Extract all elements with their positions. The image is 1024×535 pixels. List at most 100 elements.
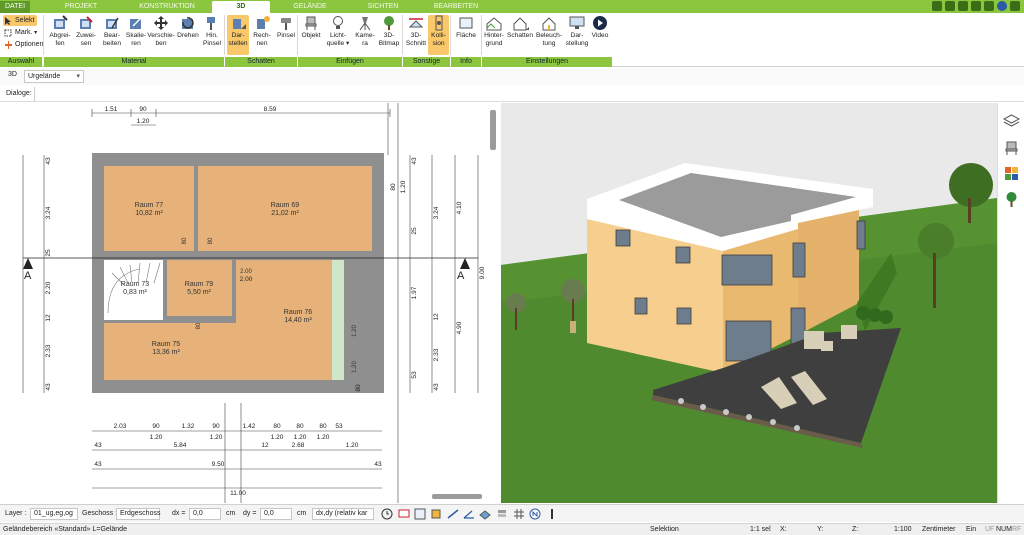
objekt-button[interactable]: Objekt	[300, 15, 322, 40]
kollision-button[interactable]: Kolli- sion	[428, 15, 449, 55]
chevron-down-icon: ▾	[76, 73, 80, 80]
bitmap-3d-label: 3D- Bitmap	[378, 32, 400, 47]
clock-icon[interactable]	[381, 508, 393, 520]
dim-label: 1.20	[210, 434, 223, 441]
redo-icon[interactable]	[971, 1, 981, 11]
angle-snap-icon[interactable]	[463, 508, 475, 520]
plants-icon[interactable]	[1003, 191, 1020, 208]
bearbeiten-button[interactable]: Bear- beiten	[100, 15, 124, 48]
dim-label: 1.20	[150, 434, 163, 441]
quick-access-icon[interactable]	[932, 1, 942, 11]
grid-snap-icon[interactable]	[414, 508, 426, 520]
help-icon[interactable]	[997, 1, 1007, 11]
dim-label: 1.20	[271, 434, 284, 441]
tab-konstruktion[interactable]: KONSTRUKTION	[124, 1, 210, 13]
hintergrund-button[interactable]: Hinter- grund	[482, 15, 506, 48]
print-icon[interactable]	[984, 1, 994, 11]
kamera-button[interactable]: Kame- ra	[354, 15, 376, 48]
dx-input[interactable]: 0,0	[189, 508, 221, 520]
dim-label: 90	[139, 106, 147, 113]
plan-horizontal-scrollbar[interactable]	[432, 494, 482, 499]
video-button[interactable]: Video	[589, 15, 611, 40]
optionen-button[interactable]: Optionen	[3, 39, 43, 50]
tab-projekt[interactable]: PROJEKT	[46, 1, 116, 13]
kamera-label: Kame- ra	[355, 32, 375, 47]
tab-bearbeiten[interactable]: BEARBEITEN	[418, 1, 494, 13]
tab-datei[interactable]: DATEI	[0, 1, 30, 13]
render-3d-view[interactable]	[501, 103, 997, 503]
plan-vertical-scrollbar[interactable]	[490, 110, 496, 150]
bitmap-3d-button[interactable]: 3D- Bitmap	[378, 15, 400, 48]
status-y: Y:	[817, 526, 824, 533]
pin-icon[interactable]	[546, 508, 558, 520]
dim-label: 1.32	[182, 423, 195, 430]
dim-label: 80	[273, 423, 281, 430]
selekt-button[interactable]: Selekt	[3, 15, 38, 26]
abgreifen-button[interactable]: Abgrei- fen	[48, 15, 72, 48]
zuweisen-button[interactable]: Zuwei- sen	[74, 15, 98, 48]
group-label-schatten: Schatten	[225, 57, 297, 67]
status-x: X:	[780, 526, 787, 533]
play-icon	[593, 16, 607, 30]
verschieben-button[interactable]: Verschie- ben	[147, 15, 175, 48]
dim-label: 80	[296, 423, 304, 430]
grid-icon[interactable]	[513, 508, 525, 520]
dim-label: 12	[45, 314, 52, 322]
bottom-toolbar: Layer : 01_ug,eg,og Geschoss : Erdgescho…	[0, 504, 1024, 522]
dim-label: 43	[433, 383, 440, 391]
hin-pinsel-button[interactable]: Hin. Pinsel	[201, 15, 223, 48]
line-snap-icon[interactable]	[447, 508, 459, 520]
room-area: 0,83 m²	[123, 289, 147, 296]
status-uf: UF	[985, 526, 995, 533]
plane-icon[interactable]	[479, 508, 491, 520]
room-area: 10,82 m²	[135, 210, 163, 217]
dim-label: 80	[319, 423, 327, 430]
einst-schatten-button[interactable]: Schatten	[506, 15, 534, 40]
dim-label: 43	[94, 461, 102, 468]
quick-save-icon[interactable]	[945, 1, 955, 11]
room-name: Raum 76	[284, 309, 313, 316]
darstellung-button[interactable]: Dar- stellung	[565, 15, 589, 48]
house-light-icon	[542, 17, 556, 31]
room-name: Raum 77	[135, 202, 164, 209]
status-ein: Ein	[966, 526, 977, 533]
beleuchtung-button[interactable]: Beleuch- tung	[535, 15, 563, 48]
rechnen-label: Rech- nen	[253, 32, 271, 47]
lichtquelle-button[interactable]: Licht- quelle ▾	[324, 15, 352, 48]
floor-plan-view[interactable]: A A Raum 77 10,82 m² Raum 69 21,02 m² Ra…	[0, 103, 498, 503]
dim-label: 2.20	[45, 281, 52, 294]
dim-label: 43	[411, 157, 418, 165]
rechnen-button[interactable]: Rech- nen	[251, 15, 273, 48]
furniture-icon[interactable]	[1003, 139, 1020, 156]
stack-icon[interactable]	[496, 508, 508, 520]
tab-sichten[interactable]: SICHTEN	[350, 1, 416, 13]
material-palette-icon[interactable]	[1003, 165, 1020, 182]
dy-input[interactable]: 0,0	[260, 508, 292, 520]
schatten-pinsel-button[interactable]: Pinsel	[275, 15, 297, 40]
north-icon[interactable]	[529, 508, 541, 520]
dim-label: 90	[212, 423, 220, 430]
drehen-button[interactable]: Drehen	[176, 15, 200, 40]
undo-icon[interactable]	[958, 1, 968, 11]
dim-label: 80	[390, 183, 397, 191]
coordinate-mode-select[interactable]: dx,dy (relativ kar	[312, 508, 374, 520]
group-schatten: Dar- stellen Rech- nen Pinsel Schatten	[225, 13, 297, 67]
layer-select[interactable]: 01_ug,eg,og	[30, 508, 78, 520]
right-icon-bar	[997, 103, 1024, 503]
terrain-dropdown[interactable]: Urgelände ▾	[24, 70, 84, 83]
skalieren-button[interactable]: Skalie- ren	[124, 15, 148, 48]
settings-icon[interactable]	[1010, 1, 1020, 11]
display-icon[interactable]	[398, 508, 410, 520]
mark-button[interactable]: Mark. ▾	[3, 27, 37, 38]
background-icon	[486, 17, 502, 31]
dim-label: 1.51	[105, 106, 118, 113]
darstellen-button[interactable]: Dar- stellen	[227, 15, 249, 55]
geschoss-select[interactable]: Erdgeschoss	[116, 508, 160, 520]
schnitt-3d-button[interactable]: 3D- Schnitt	[405, 15, 427, 48]
layers-icon[interactable]	[1003, 113, 1020, 130]
tab-gelaende[interactable]: GELÄNDE	[272, 1, 348, 13]
flaeche-button[interactable]: Fläche	[454, 15, 478, 40]
tab-3d[interactable]: 3D	[212, 1, 270, 13]
object-snap-icon[interactable]	[430, 508, 442, 520]
group-label-auswahl: Auswahl	[0, 57, 42, 67]
